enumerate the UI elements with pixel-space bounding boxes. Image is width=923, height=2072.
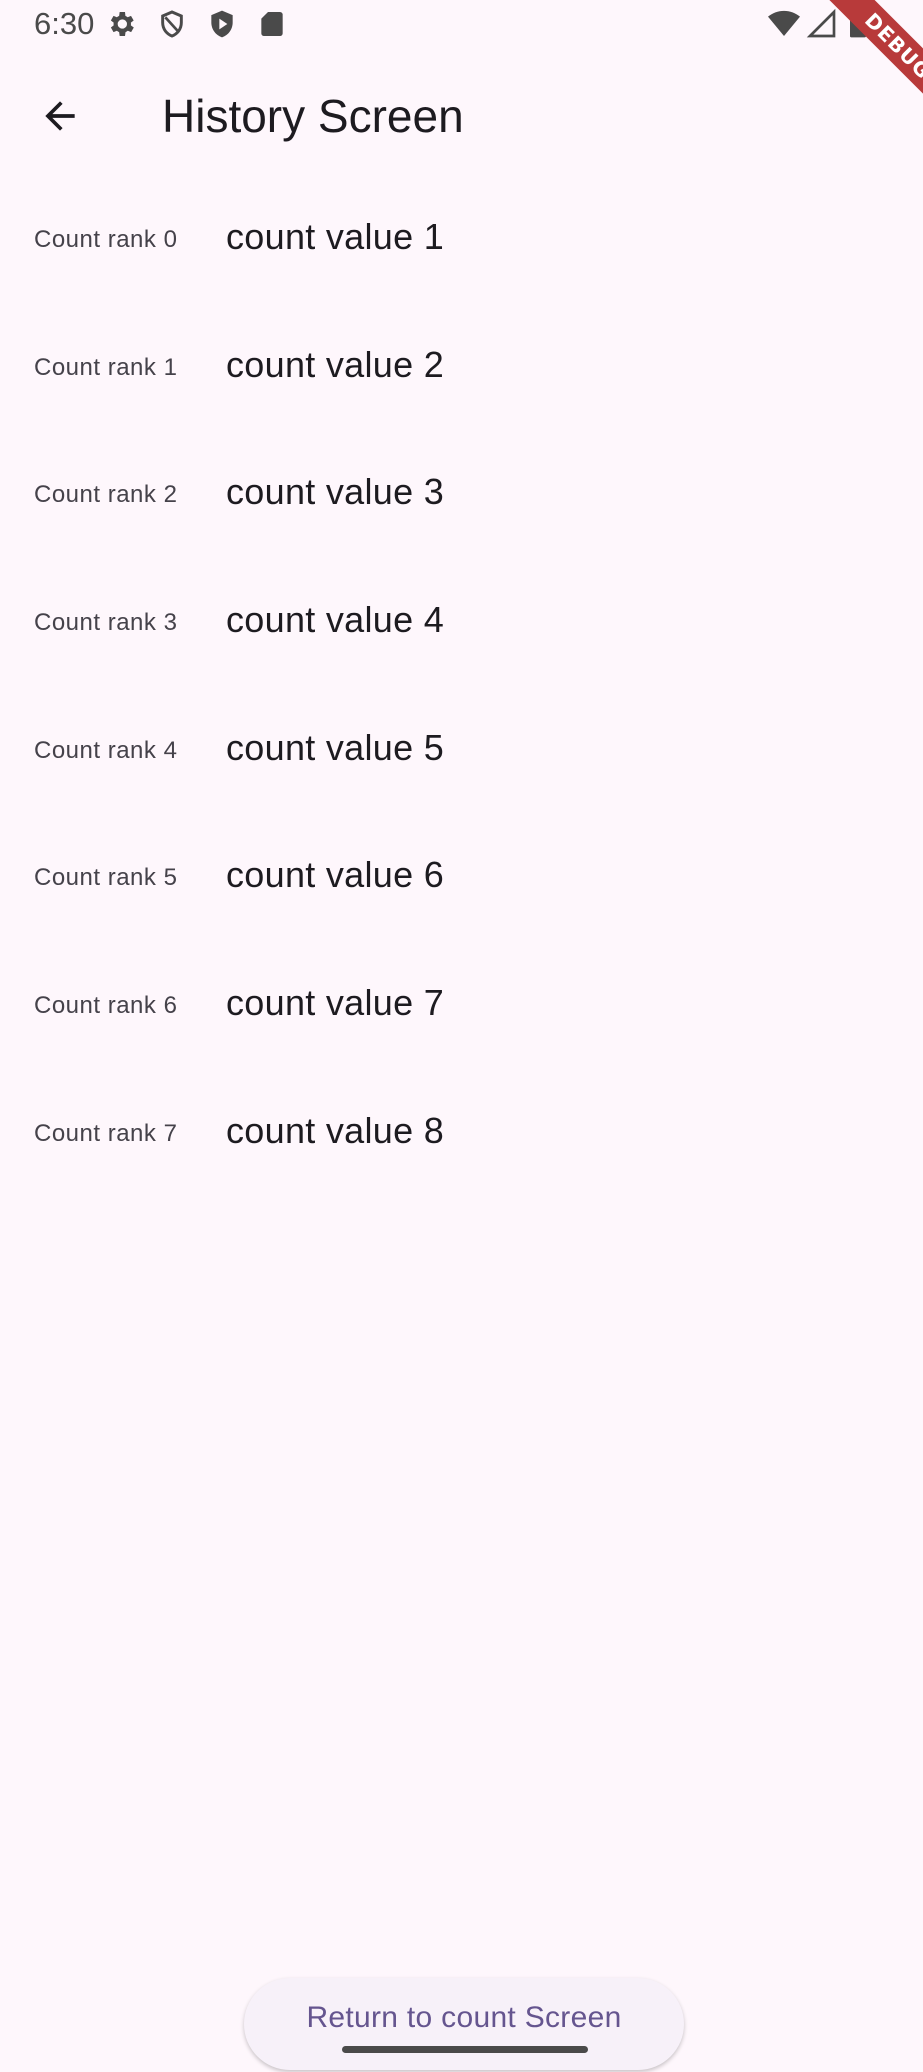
list-item: Count rank 3 count value 4 bbox=[0, 559, 923, 687]
list-item: Count rank 2 count value 3 bbox=[0, 431, 923, 559]
rank-label: Count rank 5 bbox=[34, 864, 178, 892]
rank-label: Count rank 2 bbox=[34, 481, 178, 509]
value-label: count value 6 bbox=[226, 854, 445, 896]
rank-label: Count rank 3 bbox=[34, 609, 178, 637]
rank-label: Count rank 4 bbox=[34, 736, 178, 764]
shield-play-icon bbox=[206, 8, 238, 40]
list-item: Count rank 4 count value 5 bbox=[0, 687, 923, 815]
wifi-icon bbox=[768, 8, 800, 40]
value-label: count value 7 bbox=[226, 982, 445, 1024]
value-label: count value 3 bbox=[226, 471, 445, 513]
back-button[interactable] bbox=[28, 86, 92, 150]
gear-icon bbox=[105, 8, 137, 40]
rank-label: Count rank 0 bbox=[34, 226, 178, 253]
value-label: count value 5 bbox=[226, 726, 445, 768]
value-label: count value 2 bbox=[226, 343, 445, 385]
list-item: Count rank 7 count value 8 bbox=[0, 1070, 923, 1198]
list-item: Count rank 5 count value 6 bbox=[0, 814, 923, 942]
return-to-count-button[interactable]: Return to count Screen bbox=[244, 1978, 684, 2070]
value-label: count value 1 bbox=[226, 216, 445, 257]
rank-label: Count rank 1 bbox=[34, 353, 178, 381]
status-bar: 6:30 bbox=[0, 0, 923, 48]
list-item: Count rank 0 count value 1 bbox=[0, 176, 923, 304]
gesture-nav-handle[interactable] bbox=[342, 2046, 588, 2053]
rank-label: Count rank 6 bbox=[34, 992, 178, 1020]
history-list: Count rank 0 count value 1 Count rank 1 … bbox=[0, 176, 923, 1198]
rank-label: Count rank 7 bbox=[34, 1119, 178, 1147]
status-time: 6:30 bbox=[34, 6, 95, 41]
value-label: count value 8 bbox=[226, 1109, 445, 1151]
list-item: Count rank 6 count value 7 bbox=[0, 942, 923, 1070]
list-item: Count rank 1 count value 2 bbox=[0, 304, 923, 432]
page-title: History Screen bbox=[162, 90, 464, 142]
sd-card-icon bbox=[256, 8, 288, 40]
arrow-back-icon bbox=[38, 94, 82, 143]
app-bar: History Screen bbox=[0, 64, 923, 164]
value-label: count value 4 bbox=[226, 599, 445, 641]
shield-outline-icon bbox=[156, 8, 188, 40]
